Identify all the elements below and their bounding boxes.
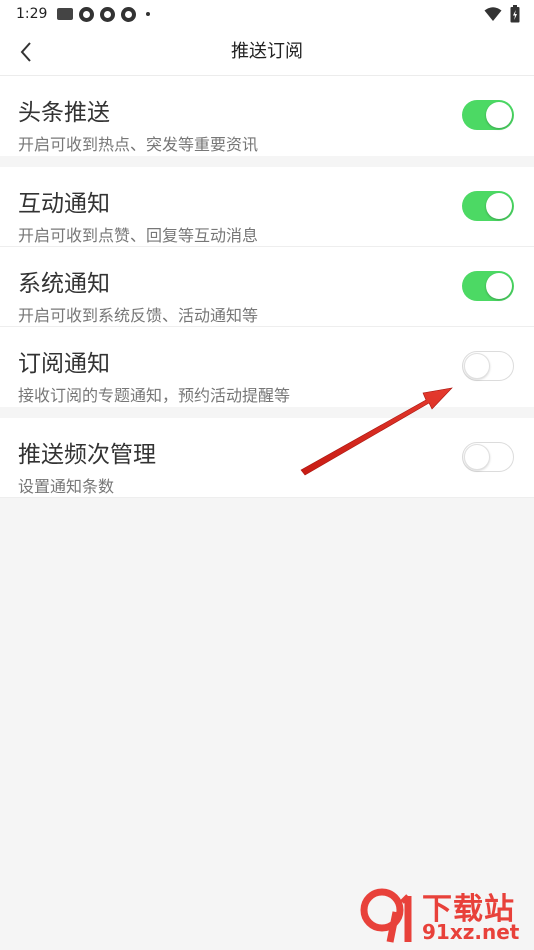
setting-item-frequency: 推送频次管理 设置通知条数	[0, 418, 534, 498]
setting-title: 推送频次管理	[18, 442, 156, 468]
setting-title: 头条推送	[18, 100, 110, 126]
toggle-knob	[486, 102, 512, 128]
ring-notification-icon	[79, 6, 95, 22]
page-title: 推送订阅	[231, 41, 303, 62]
system-notification-toggle[interactable]	[462, 271, 514, 301]
settings-group-headline: 头条推送 开启可收到热点、突发等重要资讯	[0, 76, 534, 156]
watermark-url: 91xz.net	[422, 920, 520, 944]
section-gap	[0, 407, 534, 418]
app-notification-icon	[57, 8, 74, 20]
setting-description: 开启可收到系统反馈、活动通知等	[18, 306, 259, 325]
watermark-logo-icon	[360, 888, 412, 943]
toggle-knob	[486, 273, 512, 299]
setting-item-system: 系统通知 开启可收到系统反馈、活动通知等	[0, 247, 534, 327]
headline-push-toggle[interactable]	[462, 100, 514, 130]
setting-title: 订阅通知	[18, 351, 110, 377]
nav-bar: 推送订阅	[0, 28, 534, 76]
settings-group-notifications: 互动通知 开启可收到点赞、回复等互动消息 系统通知 开启可收到系统反馈、活动通知…	[0, 167, 534, 407]
toggle-knob	[464, 353, 490, 379]
status-bar: 1:29	[0, 0, 534, 28]
notification-icons	[57, 6, 151, 22]
ring-notification-icon	[100, 6, 116, 22]
watermark: 下载站 91xz.net	[360, 882, 530, 948]
chevron-left-icon	[20, 42, 31, 62]
battery-icon	[510, 5, 520, 23]
setting-title: 互动通知	[18, 191, 110, 217]
setting-description: 开启可收到热点、突发等重要资讯	[18, 135, 259, 154]
setting-title: 系统通知	[18, 271, 110, 297]
back-button[interactable]	[10, 36, 42, 68]
toggle-knob	[464, 444, 490, 470]
ring-notification-icon	[121, 6, 137, 22]
status-time: 1:29	[16, 6, 48, 22]
settings-group-frequency: 推送频次管理 设置通知条数	[0, 418, 534, 498]
section-gap	[0, 156, 534, 167]
system-icons	[484, 5, 520, 23]
interaction-notification-toggle[interactable]	[462, 191, 514, 221]
more-notifications-icon	[146, 12, 151, 16]
push-frequency-toggle[interactable]	[462, 442, 514, 472]
setting-item-headline: 头条推送 开启可收到热点、突发等重要资讯	[0, 76, 534, 156]
setting-item-interaction: 互动通知 开启可收到点赞、回复等互动消息	[0, 167, 534, 247]
subscription-notification-toggle[interactable]	[462, 351, 514, 381]
setting-description: 设置通知条数	[18, 477, 115, 496]
setting-description: 开启可收到点赞、回复等互动消息	[18, 226, 259, 245]
setting-item-subscription: 订阅通知 接收订阅的专题通知，预约活动提醒等	[0, 327, 534, 407]
wifi-icon	[484, 7, 502, 21]
setting-description: 接收订阅的专题通知，预约活动提醒等	[18, 386, 291, 405]
toggle-knob	[486, 193, 512, 219]
